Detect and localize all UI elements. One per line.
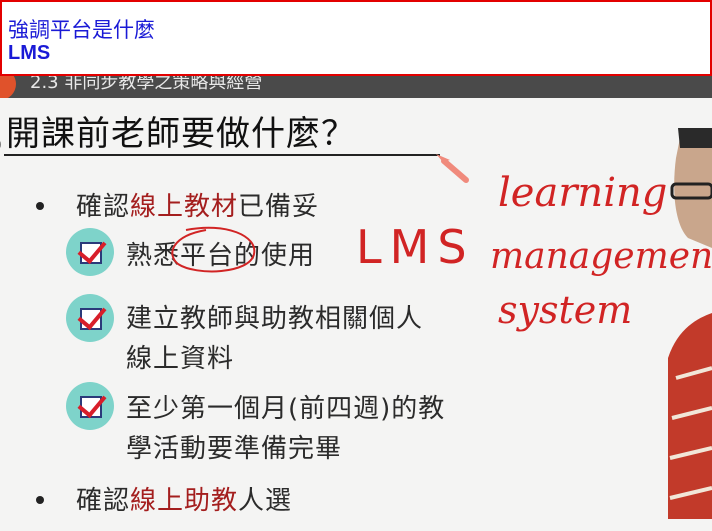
title-underline (4, 154, 440, 156)
caption-overlay: 強調平台是什麼 LMS (0, 0, 712, 76)
caption-line-2: LMS (8, 42, 51, 64)
check-item-3-line-1: 至少第一個月(前四週)的教 (126, 394, 446, 424)
bullet-suffix: 人選 (238, 486, 293, 516)
bullet-suffix: 已備妥 (238, 192, 320, 222)
bullet-item-materials: 確認線上教材已備妥 (76, 186, 319, 223)
slide-edge-fragment: 0 (0, 138, 2, 152)
checkbox-icon (66, 382, 114, 430)
bullet-prefix: 確認 (76, 486, 131, 516)
bullet-item-assistant: 確認線上助教人選 (76, 480, 292, 517)
check-item-2-line-2: 線上資料 (126, 344, 235, 374)
bullet-dot (36, 202, 44, 210)
lecture-slide: 0 開課前老師要做什麼？ 確認線上教材已備妥 熟悉平台的使用 建立教師與助教相關… (0, 98, 712, 531)
bullet-prefix: 確認 (76, 192, 131, 222)
bullet-highlight: 線上教材 (130, 192, 239, 222)
bullet-highlight: 線上助教 (130, 486, 239, 516)
checkbox-icon (66, 228, 114, 276)
hand-circle-annotation (171, 226, 256, 273)
pen-arrow-icon (436, 154, 469, 183)
handwritten-lms: LMS (356, 220, 475, 274)
bullet-dot (36, 496, 44, 504)
presenter-image (668, 128, 712, 519)
handwritten-learning: learning (498, 170, 668, 216)
check-item-3-line-2: 學活動要準備完畢 (126, 434, 343, 464)
handwritten-system: system (498, 288, 633, 332)
check-item-2-line-1: 建立教師與助教相關個人 (126, 304, 424, 334)
checkbox-icon (66, 294, 114, 342)
caption-line-1: 強調平台是什麼 (8, 18, 155, 42)
slide-title: 開課前老師要做什麼？ (6, 114, 356, 154)
